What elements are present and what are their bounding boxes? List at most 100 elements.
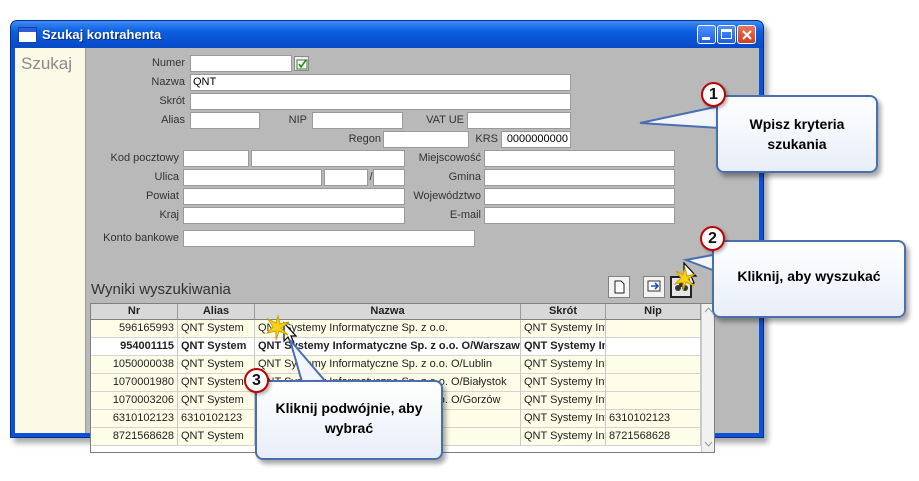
table-cell-nr: 8721568628	[91, 428, 178, 446]
export-icon	[647, 280, 661, 292]
export-button[interactable]	[643, 276, 665, 298]
nazwa-input[interactable]: QNT	[190, 74, 571, 91]
alias-input[interactable]	[190, 112, 260, 129]
kraj-input[interactable]	[183, 207, 405, 224]
kraj-label: Kraj	[159, 209, 179, 221]
click-burst-icon	[265, 314, 290, 341]
table-cell-skrot: QNT Systemy Inf	[521, 320, 606, 338]
maximize-button[interactable]	[717, 25, 736, 44]
table-cell-nr: 596165993	[91, 320, 178, 338]
table-cell-nip	[606, 356, 701, 374]
gmina-label: Gmina	[448, 171, 481, 183]
column-header-nip[interactable]: Nip	[606, 304, 701, 320]
table-cell-skrot: QNT Systemy Inf	[521, 392, 606, 410]
numer-label: Numer	[151, 57, 185, 69]
kod-input[interactable]	[183, 150, 249, 167]
nr-lokalu-input[interactable]	[373, 169, 405, 186]
miejscowosc-input[interactable]	[484, 150, 675, 167]
callout-click-search: Kliknij, aby wyszukać	[712, 240, 906, 318]
ulica-label: Ulica	[154, 171, 179, 183]
nip-input[interactable]	[312, 112, 403, 129]
scroll-down-icon	[704, 441, 713, 447]
table-cell-alias: QNT System	[178, 356, 255, 374]
wojewodztwo-label: Województwo	[413, 190, 481, 202]
skrot-label: Skrót	[159, 95, 185, 107]
maximize-icon	[721, 29, 732, 39]
callout-double-click-select: Kliknij podwójnie, aby wybrać	[255, 380, 443, 460]
skrot-input[interactable]	[190, 93, 571, 110]
poczta-input[interactable]	[251, 150, 405, 167]
step-badge: 2	[700, 226, 725, 251]
column-header-alias[interactable]: Alias	[178, 304, 255, 320]
regon-label: Regon	[348, 133, 381, 145]
kod-label: Kod pocztowy	[110, 152, 179, 164]
nazwa-label: Nazwa	[151, 76, 185, 88]
results-label: Wyniki wyszukiwania	[91, 281, 231, 298]
table-cell-skrot: QNT Systemy In	[521, 338, 606, 356]
results-scrollbar[interactable]	[701, 304, 714, 452]
table-cell-nip: 6310102123	[606, 410, 701, 428]
column-header-nazwa[interactable]: Nazwa	[255, 304, 521, 320]
table-cell-skrot: QNT Systemy Inf	[521, 374, 606, 392]
side-panel-label: Szukaj	[21, 54, 73, 73]
callout-text: Kliknij podwójnie, aby wybrać	[275, 400, 423, 436]
wojewodztwo-input[interactable]	[484, 188, 675, 205]
miejscowosc-label: Miejscowość	[418, 152, 481, 164]
table-cell-alias: QNT System	[178, 338, 255, 356]
callout-text: Wpisz kryteria szukania	[749, 116, 845, 152]
title-bar[interactable]: Szukaj kontrahenta	[11, 21, 763, 48]
window-icon	[18, 27, 37, 43]
table-cell-nr: 6310102123	[91, 410, 178, 428]
callout-pointer	[289, 339, 327, 383]
new-document-icon	[614, 280, 625, 294]
vatue-input[interactable]	[467, 112, 571, 129]
step-badge: 3	[244, 368, 269, 393]
table-cell-alias: QNT System	[178, 392, 255, 410]
alias-label: Alias	[161, 114, 185, 126]
checklist-icon	[296, 59, 308, 70]
table-cell-nr: 1050000038	[91, 356, 178, 374]
table-cell-nr: 1070001980	[91, 374, 178, 392]
search-contractor-window: Szukaj kontrahenta Szukaj Numer Nazwa QN…	[10, 20, 764, 453]
table-cell-nip	[606, 338, 701, 356]
numer-input[interactable]	[190, 55, 292, 72]
krs-input[interactable]: 0000000000	[501, 131, 571, 148]
column-header-skrot[interactable]: Skrót	[521, 304, 606, 320]
table-cell-nip	[606, 392, 701, 410]
table-cell-alias: QNT System	[178, 320, 255, 338]
column-header-nr[interactable]: Nr	[91, 304, 178, 320]
email-label: E-mail	[449, 209, 481, 221]
minimize-button[interactable]	[697, 25, 716, 44]
table-cell-nr: 954001115	[91, 338, 178, 356]
powiat-label: Powiat	[145, 190, 179, 202]
close-icon	[742, 30, 752, 40]
regon-input[interactable]	[383, 131, 469, 148]
vatue-label: VAT UE	[426, 114, 464, 126]
minimize-icon	[702, 37, 710, 40]
window-title: Szukaj kontrahenta	[42, 27, 162, 42]
table-cell-nr: 1070003206	[91, 392, 178, 410]
table-row[interactable]: 596165993 QNT System QNT Systemy Informaty…	[91, 320, 701, 338]
table-cell-alias: 6310102123	[178, 410, 255, 428]
table-cell-nip	[606, 320, 701, 338]
table-cell-skrot: QNT Systemy Inf	[521, 428, 606, 446]
table-cell-nip	[606, 374, 701, 392]
konto-input[interactable]	[183, 230, 475, 247]
close-button[interactable]	[737, 25, 756, 44]
table-row[interactable]: 1050000038 QNT System QNT Systemy Informat…	[91, 356, 701, 374]
step-badge: 1	[701, 82, 726, 107]
nip-label: NIP	[288, 114, 307, 126]
callout-text: Kliknij, aby wyszukać	[737, 268, 881, 284]
powiat-input[interactable]	[183, 188, 405, 205]
gmina-input[interactable]	[484, 169, 675, 186]
table-row[interactable]: 954001115 QNT System QNT Systemy Informaty…	[91, 338, 701, 356]
krs-label: KRS	[475, 133, 498, 145]
callout-search-criteria: Wpisz kryteria szukania	[716, 95, 878, 173]
checklist-button[interactable]	[294, 56, 309, 71]
table-cell-alias: QNT System	[178, 428, 255, 446]
table-cell-skrot: QNT Systemy Inf	[521, 410, 606, 428]
ulica-input[interactable]	[183, 169, 322, 186]
new-button[interactable]	[608, 276, 630, 298]
nr-domu-input[interactable]	[324, 169, 368, 186]
email-input[interactable]	[484, 207, 675, 224]
